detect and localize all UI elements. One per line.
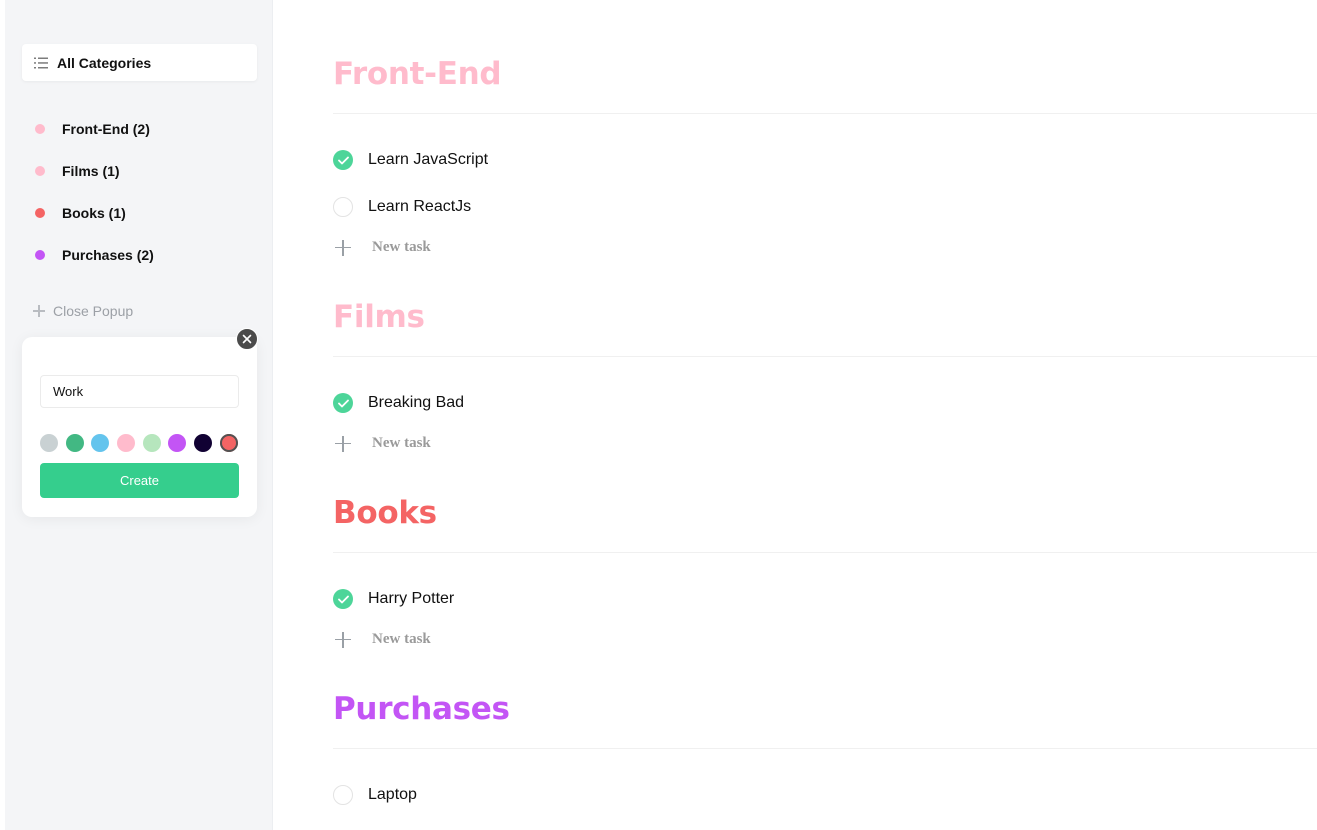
task-text: Learn JavaScript: [368, 151, 489, 168]
all-categories-label: All Categories: [57, 54, 152, 71]
color-swatch-purple[interactable]: [168, 434, 187, 452]
close-popup-label: Close Popup: [53, 303, 134, 319]
new-task-button[interactable]: New task: [335, 239, 431, 256]
task-checkbox[interactable]: [333, 589, 353, 609]
new-task-button[interactable]: New task: [335, 631, 431, 648]
task-list-films: Films Breaking Bad New task: [333, 297, 1317, 452]
divider: [333, 113, 1317, 114]
category-color-dot: [35, 166, 45, 176]
all-categories-button[interactable]: All Categories: [22, 44, 257, 81]
checkmark-icon: [337, 399, 349, 407]
sidebar-item-films[interactable]: Films (1): [22, 150, 257, 192]
plus-icon: [33, 305, 45, 317]
close-icon: [242, 334, 252, 344]
create-button[interactable]: Create: [40, 463, 239, 498]
sidebar-item-label: Purchases (2): [62, 247, 154, 263]
color-swatch-lime[interactable]: [142, 434, 161, 452]
close-popup-button[interactable]: Close Popup: [33, 303, 133, 319]
sidebar-item-front-end[interactable]: Front-End (2): [22, 108, 257, 150]
sidebar-item-label: Films (1): [62, 163, 120, 179]
new-task-label: New task: [372, 239, 431, 255]
plus-icon: [335, 239, 351, 256]
category-list: Front-End (2) Films (1) Books (1) Purcha…: [22, 108, 257, 276]
category-color-dot: [35, 208, 45, 218]
new-task-label: New task: [372, 631, 431, 647]
task-list-front-end: Front-End Learn JavaScript Learn ReactJs…: [333, 54, 1317, 256]
sidebar-item-label: Books (1): [62, 205, 126, 221]
new-task-button[interactable]: New task: [335, 435, 431, 452]
task-list-purchases: Purchases Laptop: [333, 689, 1317, 805]
task-text: Learn ReactJs: [368, 198, 472, 215]
list-title[interactable]: Front-End: [333, 54, 1317, 94]
task-item: Harry Potter: [333, 588, 454, 610]
color-swatch-grey[interactable]: [40, 434, 58, 452]
task-checkbox[interactable]: [333, 785, 353, 805]
sidebar-item-label: Front-End (2): [62, 121, 150, 137]
color-swatch-blue[interactable]: [91, 434, 110, 452]
task-list-books: Books Harry Potter New task: [333, 493, 1317, 648]
checkmark-icon: [337, 595, 349, 603]
popup-close-button[interactable]: [236, 328, 258, 350]
plus-icon: [335, 435, 351, 452]
category-name-input[interactable]: [40, 375, 239, 408]
task-checkbox[interactable]: [333, 393, 353, 413]
category-color-dot: [35, 250, 45, 260]
divider: [333, 552, 1317, 553]
new-task-label: New task: [372, 435, 431, 451]
color-swatch-black[interactable]: [194, 434, 213, 452]
task-checkbox[interactable]: [333, 150, 353, 170]
task-text: Breaking Bad: [368, 394, 465, 411]
checkmark-icon: [337, 156, 349, 164]
divider: [333, 356, 1317, 357]
list-title[interactable]: Films: [333, 297, 1317, 337]
list-title[interactable]: Books: [333, 493, 1317, 533]
task-text: Harry Potter: [368, 590, 455, 607]
category-color-dot: [35, 124, 45, 134]
task-item: Laptop: [333, 784, 417, 806]
list-icon: [34, 57, 48, 68]
list-title[interactable]: Purchases: [333, 689, 1317, 729]
color-swatch-green[interactable]: [65, 434, 84, 452]
add-category-popup: Create: [22, 328, 258, 517]
color-swatch-pink[interactable]: [117, 434, 136, 452]
color-swatch-red[interactable]: [219, 434, 238, 452]
sidebar-item-books[interactable]: Books (1): [22, 192, 257, 234]
task-item: Learn ReactJs: [333, 196, 471, 218]
plus-icon: [335, 631, 351, 648]
color-picker: [40, 434, 246, 452]
task-item: Breaking Bad: [333, 392, 464, 414]
task-checkbox[interactable]: [333, 197, 353, 217]
task-item: Learn JavaScript: [333, 149, 488, 171]
divider: [333, 748, 1317, 749]
task-text: Laptop: [368, 786, 417, 803]
sidebar-item-purchases[interactable]: Purchases (2): [22, 234, 257, 276]
